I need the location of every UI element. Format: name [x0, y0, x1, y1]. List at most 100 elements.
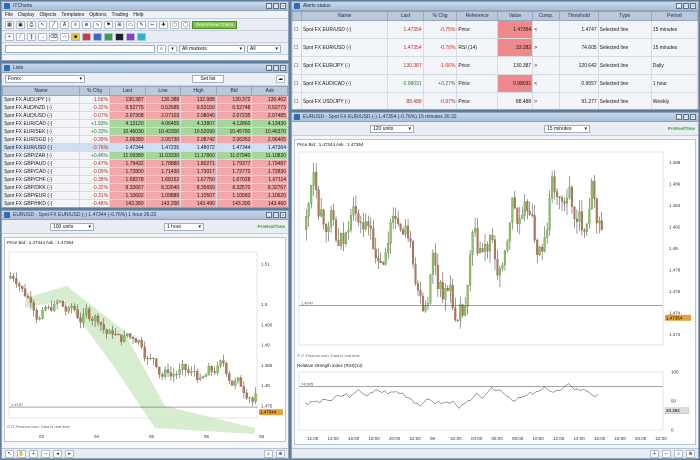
color-blue-icon[interactable]: [93, 32, 102, 41]
menu-options[interactable]: Options: [89, 12, 106, 18]
new-chart-icon[interactable]: ▦: [5, 20, 14, 29]
alerts-col-header[interactable]: Type: [597, 11, 652, 21]
zoom-in-icon[interactable]: ＋: [650, 449, 659, 458]
color-green-icon[interactable]: [104, 32, 113, 41]
layout-icon[interactable]: ⊞: [115, 20, 124, 29]
filter-icon[interactable]: ▾: [168, 44, 177, 53]
alerts-col-header[interactable]: Period: [650, 11, 698, 21]
color-black-icon[interactable]: [115, 32, 124, 41]
alerts-col-header[interactable]: Comp.: [532, 11, 560, 21]
demo-charts-button[interactable]: Demo/View Charts: [192, 20, 238, 29]
search-icon[interactable]: ⌕: [264, 449, 273, 458]
forward-icon[interactable]: ▸: [65, 449, 74, 458]
lists-col-header[interactable]: Low: [144, 86, 182, 96]
color-red-icon[interactable]: [82, 32, 91, 41]
search-icon[interactable]: ⌕: [157, 44, 166, 53]
list-select[interactable]: Forex ▾: [5, 75, 85, 83]
cross-icon[interactable]: ✚: [159, 20, 168, 29]
maximize-icon[interactable]: □: [683, 3, 689, 9]
color-icon[interactable]: ■: [71, 32, 80, 41]
line-icon[interactable]: ╱: [49, 20, 58, 29]
search-input[interactable]: [5, 44, 155, 53]
zoom-out-icon[interactable]: －: [41, 449, 50, 458]
search-icon[interactable]: ⌕: [674, 449, 683, 458]
crosshair-icon[interactable]: +: [5, 32, 14, 41]
list-row[interactable]: Spot FX AUD/NZD (-) -0.32% 0.52775 0.52685 0…: [2, 103, 288, 112]
cursor-icon[interactable]: ↖: [5, 449, 14, 458]
hand-icon[interactable]: ✋: [17, 449, 26, 458]
alert-row[interactable]: ☐ Spot FX EUR/JPY (-) 130.387 -1.66% Price 13…: [292, 56, 698, 75]
list-row[interactable]: Spot FX GBP/JPY (-)-1.17%144.213143.8161…: [3, 208, 288, 209]
lists-col-header[interactable]: % Chg: [79, 86, 111, 96]
list-row[interactable]: Spot FX GBP/ZAR (-) +0.46% 11.09380 11.0333…: [2, 151, 288, 160]
open-icon[interactable]: ▣: [16, 20, 25, 29]
list-row[interactable]: Spot FX GBP/CHF (-) -0.38% 1.68378 1.68152 1…: [2, 175, 288, 184]
list-options-icon[interactable]: ☁: [276, 75, 285, 83]
period-select[interactable]: 15 minutes ▾: [544, 124, 590, 133]
fibonacci-icon[interactable]: ≡: [71, 20, 80, 29]
list-row[interactable]: Spot FX GBP/EUR (-) -0.31% 1.10602 1.09889 1…: [2, 191, 288, 200]
period-select[interactable]: 1 hour ▾: [164, 222, 204, 231]
close-icon[interactable]: ×: [280, 65, 286, 71]
alert-row[interactable]: ☐ Spot FX USD/JPY (-) 88.488 -0.97% Price 88.…: [292, 92, 698, 109]
menu-trading[interactable]: Trading: [111, 12, 128, 18]
chart-big-area[interactable]: 1.4747 1.488 1.486 1.484 1.482 1.48 1.478 1.476…: [294, 139, 696, 445]
list-row[interactable]: Spot FX EUR/SGD (-) -0.39% 2.06380 2.05730 2…: [2, 135, 288, 144]
zoom-in-icon[interactable]: ＋: [29, 449, 38, 458]
list-row[interactable]: Spot FX AUD/JPY (-) -1.58% 130.387 130.388 1…: [2, 95, 288, 104]
menu-help[interactable]: Help: [133, 12, 143, 18]
alerts-col-header[interactable]: Last: [387, 11, 424, 21]
magnet-icon[interactable]: ∩: [60, 32, 69, 41]
alert-check-icon[interactable]: ☐: [292, 74, 302, 93]
lists-col-header[interactable]: Ask: [251, 86, 288, 96]
list-row[interactable]: Spot FX EUR/CAD (-) +1.93% 4.13120 4.06455 4…: [2, 119, 288, 128]
list-row[interactable]: Spot FX AUD/USD (-) -0.07% 2.07308 2.07103 2…: [2, 111, 288, 120]
close-icon[interactable]: ×: [280, 3, 286, 9]
alert-row[interactable]: ☐ Spot FX EUR/USD (-) 1.47354 -0.70% RSI (14…: [292, 38, 698, 57]
list-row[interactable]: Spot FX GBP/DKK (-) -0.32% 8.32667 8.32640 8…: [2, 183, 288, 192]
alerts-col-header[interactable]: Name: [300, 11, 389, 21]
eraser-icon[interactable]: ⌫: [49, 32, 58, 41]
lists-col-header[interactable]: Bid: [215, 86, 253, 96]
print-icon[interactable]: ⎙: [27, 20, 36, 29]
menu-display[interactable]: Display: [18, 12, 34, 18]
minimize-icon[interactable]: _: [676, 3, 682, 9]
lists-col-header[interactable]: Last: [109, 86, 146, 96]
maximize-icon[interactable]: □: [273, 65, 279, 71]
list-row[interactable]: Spot FX GBP/HKD (-) -0.48% 143.380 143.200 1…: [2, 199, 288, 207]
alert-row[interactable]: ☐ Spot FX EUR/USD (-) 1.47354 -0.75% Price 1.…: [292, 20, 698, 39]
units-select[interactable]: 100 units ▾: [50, 222, 94, 231]
units-select[interactable]: 120 units ▾: [370, 124, 414, 133]
back-icon[interactable]: ◂: [53, 449, 62, 458]
ellipse-icon[interactable]: ◯: [181, 20, 190, 29]
menu-objects[interactable]: Objects: [39, 12, 56, 18]
indicator-icon[interactable]: ∿: [93, 20, 102, 29]
alerts-col-header[interactable]: Threshold: [558, 11, 599, 21]
lists-col-header[interactable]: Name: [2, 86, 81, 96]
close-icon[interactable]: ×: [280, 212, 286, 218]
color-purple-icon[interactable]: [126, 32, 135, 41]
text-icon[interactable]: A: [60, 20, 69, 29]
markets-select[interactable]: All markets ▾: [179, 44, 245, 53]
alert-row[interactable]: ☐ Spot FX AUD/CAD (-) 0.98031 +0.27% Price 0.…: [292, 74, 698, 93]
list-row[interactable]: Spot FX EUR/SEK (-) +0.32% 10.46030 10.4230…: [2, 127, 288, 136]
list-row[interactable]: Spot FX GBP/CAD (-) -0.09% 1.72800 1.71430 1…: [2, 167, 288, 176]
rect-icon[interactable]: ▢: [170, 20, 179, 29]
zoom-out-icon[interactable]: －: [662, 449, 671, 458]
minimize-icon[interactable]: _: [676, 114, 682, 120]
screen-icon[interactable]: ▭: [126, 20, 135, 29]
alerts-col-header[interactable]: Reference: [456, 11, 498, 21]
alert-icon[interactable]: ⚑: [104, 20, 113, 29]
list-row[interactable]: Spot FX GBP/AUD (-) -0.47% 1.79432 1.78880 1…: [2, 159, 288, 168]
pen-icon[interactable]: ✎: [137, 20, 146, 29]
close-icon[interactable]: ×: [690, 3, 696, 9]
alert-check-icon[interactable]: ☐: [292, 92, 302, 109]
alert-check-icon[interactable]: ☐: [292, 38, 302, 57]
list-row[interactable]: Spot FX EUR/USD (-) -0.76% 1.47344 1.47235 1…: [2, 143, 288, 152]
set-list-button[interactable]: Set list: [192, 75, 224, 83]
alerts-col-header[interactable]: Value: [496, 11, 534, 21]
chart-small-area[interactable]: 1.4747 1.51 1.5 1.495 1.49 1.485 1.48 1.475 1.47…: [4, 237, 286, 442]
minimize-icon[interactable]: _: [266, 212, 272, 218]
alert-check-icon[interactable]: ☐: [292, 56, 302, 75]
zoom-icon[interactable]: ⊕: [686, 449, 695, 458]
